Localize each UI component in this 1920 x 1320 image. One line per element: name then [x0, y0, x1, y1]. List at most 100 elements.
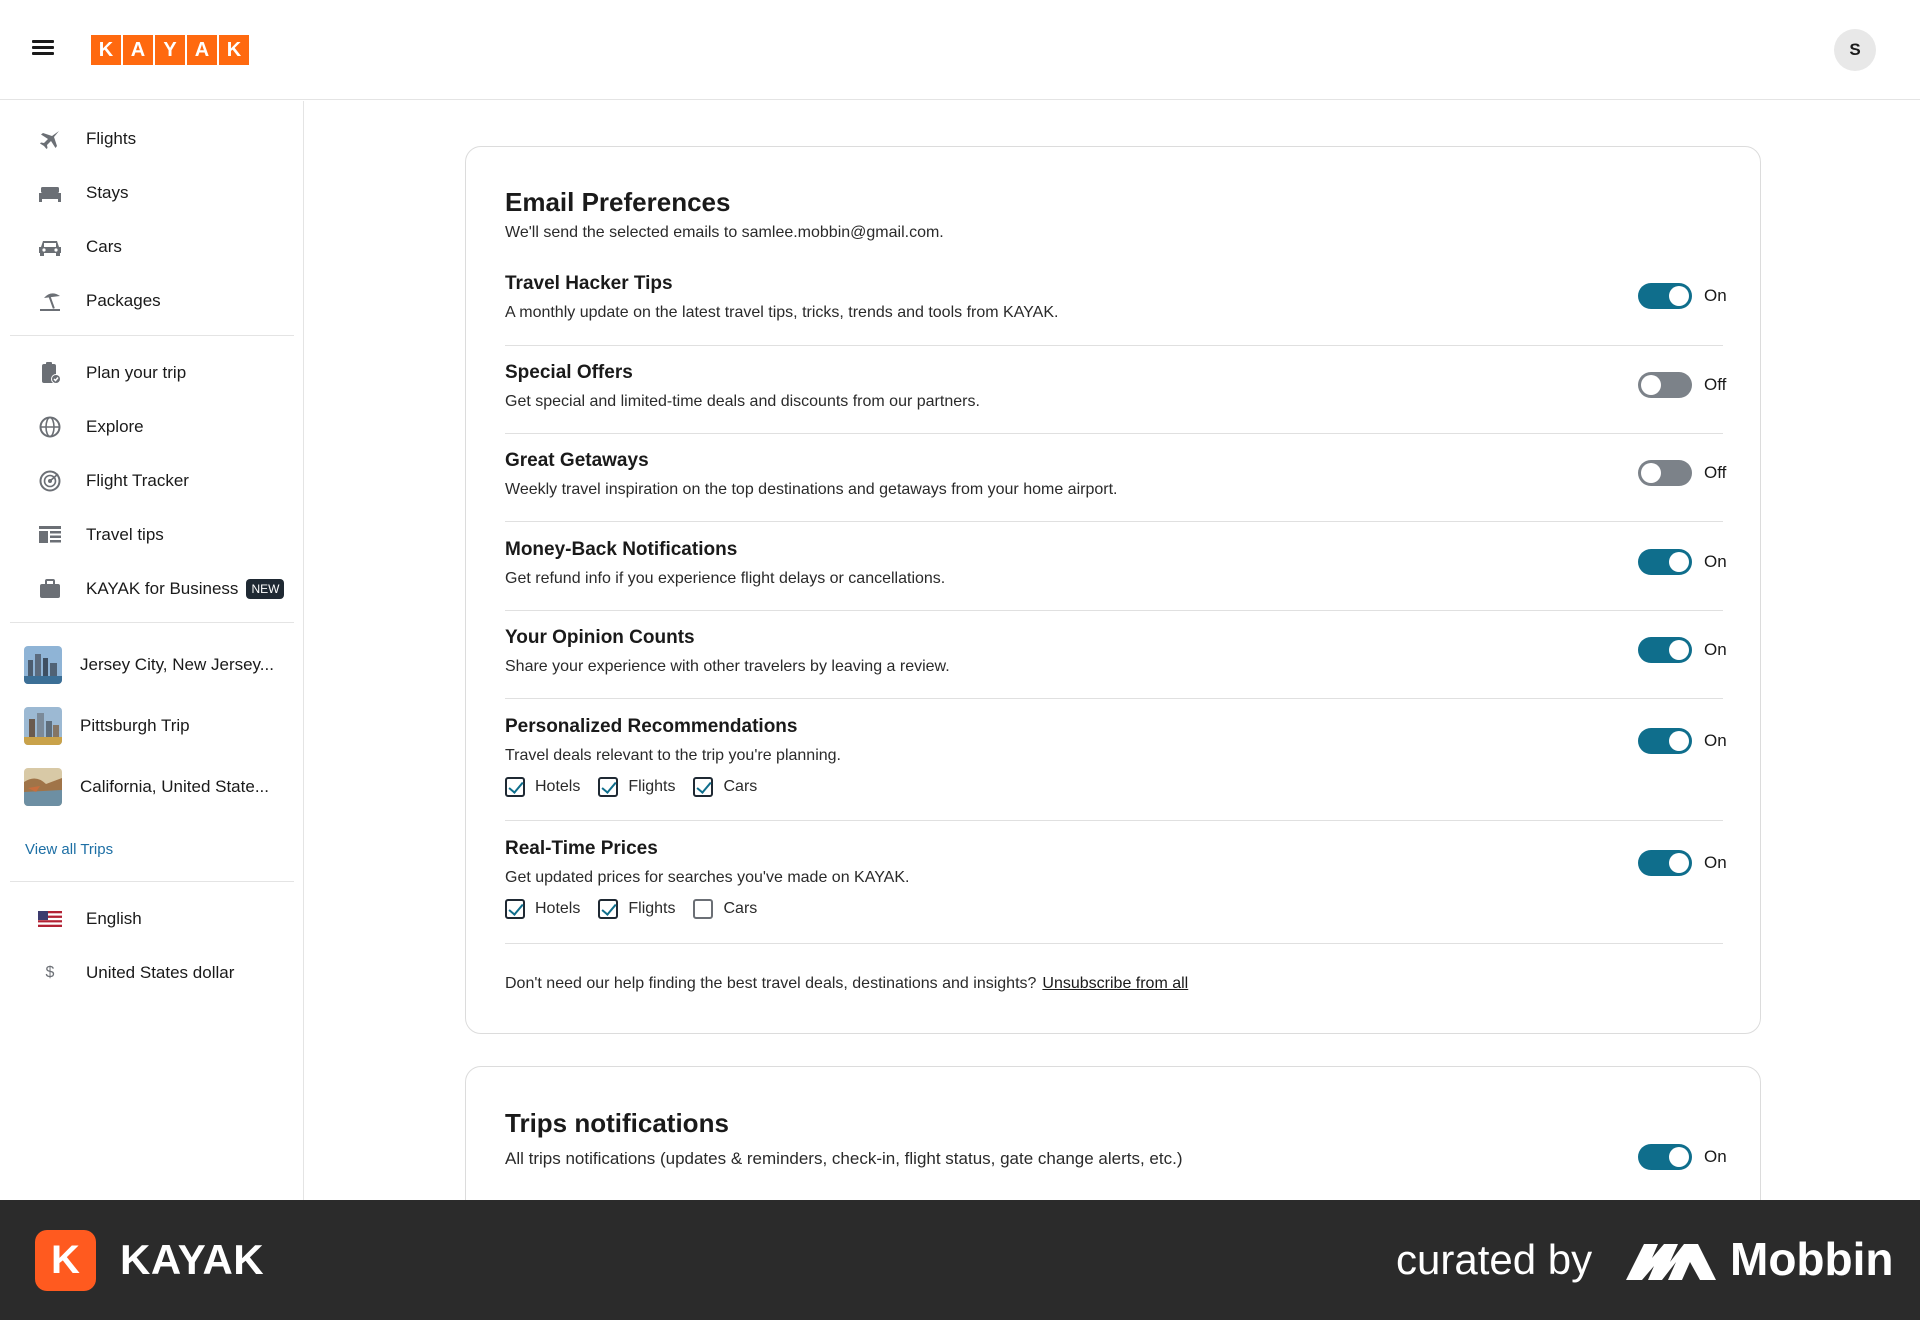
sidebar-item-flight-tracker[interactable]: Flight Tracker: [10, 457, 294, 505]
checkbox-hotels[interactable]: Hotels: [505, 777, 580, 797]
pref-your-opinion-counts: Your Opinion Counts Share your experienc…: [505, 627, 1727, 715]
sidebar: Flights Stays Cars Packages Plan your tr…: [0, 101, 304, 1200]
toggle-real-time-prices[interactable]: On: [1638, 850, 1734, 876]
kayak-logo[interactable]: K A Y A K: [91, 35, 249, 65]
pref-divider: [505, 433, 1723, 434]
toggle-switch[interactable]: [1638, 850, 1692, 876]
toggle-switch[interactable]: [1638, 372, 1692, 398]
unsubscribe-note-text: Don't need our help finding the best tra…: [505, 975, 1037, 992]
bed-icon: [28, 179, 72, 207]
checkbox[interactable]: [693, 777, 714, 797]
banner-brand: Mobbin: [1730, 1233, 1894, 1285]
sidebar-item-label: Flights: [86, 129, 137, 148]
checkbox-flights[interactable]: Flights: [598, 777, 675, 797]
checkbox-label: Cars: [723, 900, 758, 917]
pref-title: Special Offers: [505, 362, 633, 383]
sidebar-item-travel-tips[interactable]: Travel tips: [10, 511, 294, 559]
toggle-switch[interactable]: [1638, 1144, 1692, 1170]
pref-desc: Weekly travel inspiration on the top des…: [505, 481, 1118, 498]
us-flag-icon: [28, 905, 72, 933]
sidebar-item-label: Explore: [86, 417, 144, 436]
beach-umbrella-icon: [28, 287, 72, 315]
pref-money-back-notifications: Money-Back Notifications Get refund info…: [505, 539, 1727, 627]
checkbox-flights[interactable]: Flights: [598, 899, 675, 919]
email-preferences-card: Email Preferences We'll send the selecte…: [465, 146, 1761, 1034]
toggle-state-label: Off: [1704, 463, 1727, 482]
sidebar-trip-california[interactable]: California, United State...: [10, 761, 294, 813]
top-header: K A Y A K S: [0, 0, 1920, 100]
sidebar-item-stays[interactable]: Stays: [10, 169, 294, 217]
pref-real-time-prices: Real-Time Prices Get updated prices for …: [505, 838, 1727, 960]
checkbox[interactable]: [505, 899, 525, 919]
logo-letter: A: [123, 35, 153, 65]
toggle-travel-hacker-tips[interactable]: On: [1638, 283, 1734, 309]
toggle-personalized-recommendations[interactable]: On: [1638, 728, 1734, 754]
sidebar-item-label: Travel tips: [86, 525, 164, 544]
toggle-great-getaways[interactable]: Off: [1638, 460, 1734, 486]
dollar-icon: $: [28, 959, 72, 987]
toggle-switch[interactable]: [1638, 460, 1692, 486]
checkbox[interactable]: [693, 899, 714, 919]
sidebar-trip-pittsburgh[interactable]: Pittsburgh Trip: [10, 700, 294, 752]
user-avatar[interactable]: S: [1834, 29, 1876, 71]
pref-desc: Share your experience with other travele…: [505, 658, 950, 675]
sidebar-item-packages[interactable]: Packages: [10, 277, 294, 325]
trips-notifications-desc: All trips notifications (updates & remin…: [505, 1149, 1183, 1168]
toggle-your-opinion-counts[interactable]: On: [1638, 637, 1734, 663]
toggle-switch[interactable]: [1638, 283, 1692, 309]
toggle-switch[interactable]: [1638, 728, 1692, 754]
sidebar-divider: [10, 881, 294, 882]
sidebar-item-label: Stays: [86, 183, 129, 202]
pref-desc: Get updated prices for searches you've m…: [505, 869, 910, 886]
toggle-money-back-notifications[interactable]: On: [1638, 549, 1734, 575]
sidebar-trip-jersey-city[interactable]: Jersey City, New Jersey...: [10, 639, 294, 691]
sidebar-divider: [10, 622, 294, 623]
logo-letter: K: [91, 35, 121, 65]
view-all-trips-link[interactable]: View all Trips: [25, 841, 113, 858]
car-icon: [28, 233, 72, 261]
sidebar-item-label: KAYAK for Business: [86, 579, 239, 598]
hamburger-menu-icon[interactable]: [32, 40, 54, 56]
toggle-state-label: On: [1704, 853, 1727, 872]
sidebar-item-plan-your-trip[interactable]: Plan your trip: [10, 349, 294, 397]
toggle-state-label: On: [1704, 640, 1727, 659]
pref-divider: [505, 698, 1723, 699]
unsubscribe-note: Don't need our help finding the best tra…: [505, 975, 1188, 993]
checkbox-label: Hotels: [535, 900, 581, 917]
checkbox[interactable]: [598, 899, 619, 919]
sidebar-item-cars[interactable]: Cars: [10, 223, 294, 271]
globe-icon: [28, 413, 72, 441]
toggle-special-offers[interactable]: Off: [1638, 372, 1734, 398]
pref-title: Travel Hacker Tips: [505, 273, 673, 294]
sidebar-item-currency[interactable]: $ United States dollar: [10, 949, 294, 997]
pref-title: Real-Time Prices: [505, 838, 658, 859]
trip-thumbnail: [24, 646, 62, 684]
checkbox[interactable]: [505, 777, 525, 797]
checkbox-cars[interactable]: Cars: [693, 899, 757, 919]
toggle-trips-notifications[interactable]: On: [1638, 1144, 1734, 1170]
radar-icon: [28, 467, 72, 495]
sidebar-item-kayak-for-business[interactable]: KAYAK for Business NEW: [10, 565, 294, 613]
clipboard-check-icon: [28, 359, 72, 387]
pref-desc: Travel deals relevant to the trip you're…: [505, 747, 841, 764]
sidebar-item-flights[interactable]: Flights: [10, 115, 294, 163]
sidebar-item-label: Plan your trip: [86, 363, 187, 382]
dollar-glyph: $: [45, 964, 55, 981]
toggle-switch[interactable]: [1638, 549, 1692, 575]
pref-special-offers: Special Offers Get special and limited-t…: [505, 362, 1726, 450]
sidebar-item-language[interactable]: English: [10, 895, 294, 943]
toggle-switch[interactable]: [1638, 637, 1692, 663]
trips-notifications-title: Trips notifications: [505, 1108, 729, 1138]
kayak-app-icon: K: [35, 1230, 96, 1291]
checkbox-label: Flights: [628, 778, 676, 795]
checkbox-label: Flights: [628, 900, 676, 917]
unsubscribe-all-link[interactable]: Unsubscribe from all: [1042, 975, 1188, 992]
pref-desc: Get special and limited-time deals and d…: [505, 393, 980, 410]
checkbox-label: Hotels: [535, 778, 581, 795]
checkbox-cars[interactable]: Cars: [693, 777, 757, 797]
checkbox[interactable]: [598, 777, 619, 797]
sidebar-item-explore[interactable]: Explore: [10, 403, 294, 451]
pref-divider: [505, 345, 1723, 346]
sidebar-item-label: English: [86, 909, 142, 928]
checkbox-hotels[interactable]: Hotels: [505, 899, 580, 919]
